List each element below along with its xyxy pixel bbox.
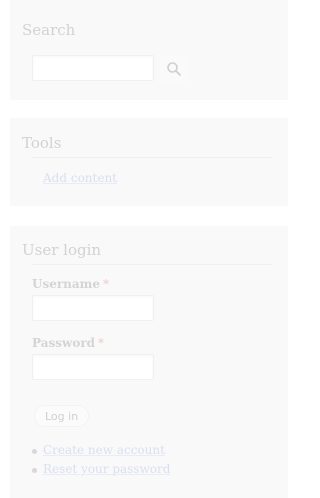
username-label-text: Username	[32, 277, 101, 291]
search-button[interactable]	[160, 56, 188, 82]
password-label: Password *	[32, 336, 104, 350]
tools-block-title: Tools	[22, 134, 62, 152]
user-login-divider	[32, 264, 272, 265]
create-new-account-link[interactable]: Create new account	[43, 443, 165, 457]
username-label: Username *	[32, 277, 109, 291]
log-in-button[interactable]: Log in	[34, 405, 90, 427]
search-input[interactable]	[32, 55, 154, 81]
password-label-text: Password	[32, 336, 96, 350]
password-field[interactable]	[32, 354, 154, 380]
add-content-link[interactable]: Add content	[43, 171, 117, 185]
username-field[interactable]	[32, 295, 154, 321]
password-required-marker: *	[98, 336, 105, 350]
search-icon	[167, 62, 181, 76]
tools-divider	[32, 157, 272, 158]
reset-password-link[interactable]: Reset your password	[43, 462, 170, 476]
user-login-title: User login	[22, 241, 102, 259]
list-bullet	[32, 449, 37, 454]
list-bullet	[32, 468, 37, 473]
search-block-title: Search	[22, 21, 76, 39]
tools-block	[10, 118, 288, 206]
username-required-marker: *	[103, 277, 110, 291]
search-block	[10, 0, 288, 100]
